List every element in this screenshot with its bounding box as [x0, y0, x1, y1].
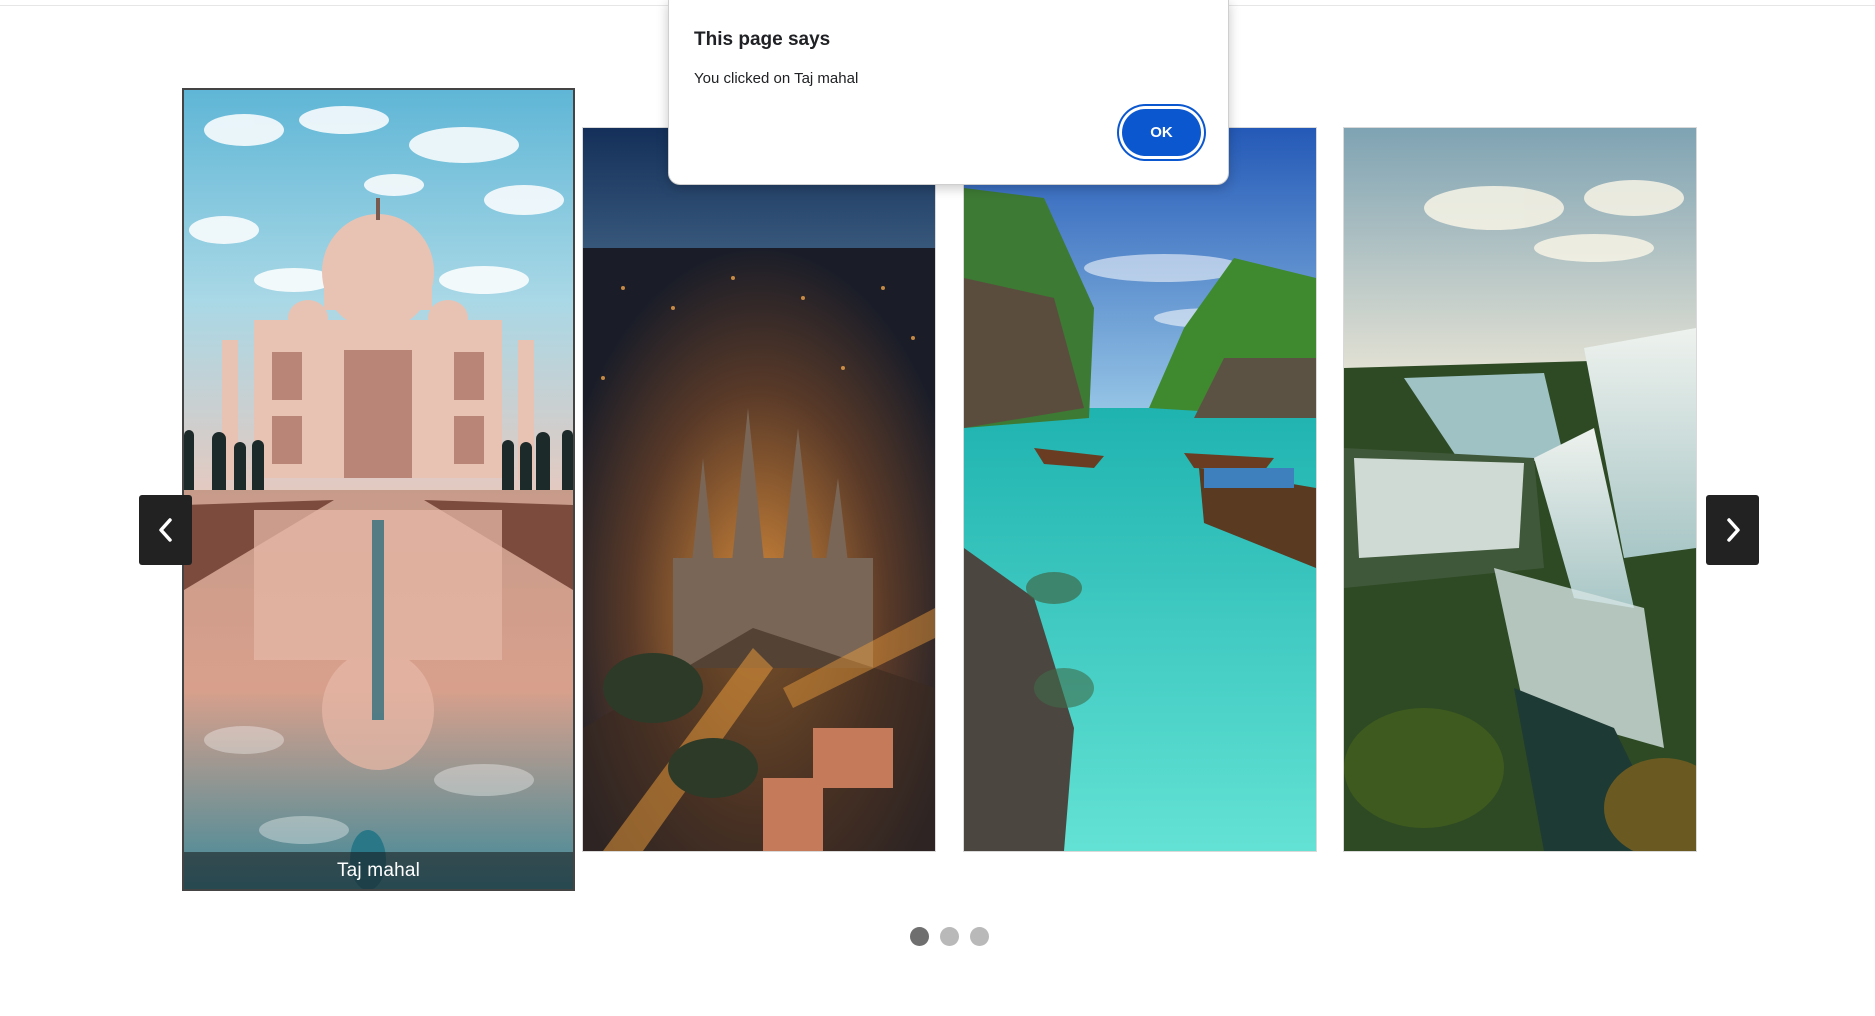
ok-button[interactable]: OK [1122, 109, 1201, 156]
dialog-title: This page says [694, 29, 831, 50]
carousel-prev-button[interactable] [139, 495, 192, 565]
carousel-pagination [910, 927, 989, 946]
alert-dialog: This page says You clicked on Taj mahal … [668, 0, 1229, 185]
carousel-dot-1[interactable] [910, 927, 929, 946]
carousel-slide-3[interactable] [964, 128, 1316, 851]
dialog-message: You clicked on Taj mahal [694, 70, 859, 87]
carousel-next-button[interactable] [1706, 495, 1759, 565]
waterfall-image [1344, 128, 1696, 851]
carousel-slide-taj-mahal[interactable]: Taj mahal [184, 90, 573, 889]
carousel-dot-3[interactable] [970, 927, 989, 946]
chevron-right-icon [1726, 518, 1740, 542]
taj-mahal-image [184, 90, 573, 889]
night-city-image [583, 128, 935, 851]
carousel-slide-4[interactable] [1344, 128, 1696, 851]
slide-caption: Taj mahal [184, 852, 573, 889]
chevron-left-icon [158, 518, 172, 542]
carousel-dot-2[interactable] [940, 927, 959, 946]
tropical-lagoon-image [964, 128, 1316, 851]
page: Taj mahal This page says You clicked on … [0, 0, 1875, 1016]
carousel-slide-2[interactable] [583, 128, 935, 851]
